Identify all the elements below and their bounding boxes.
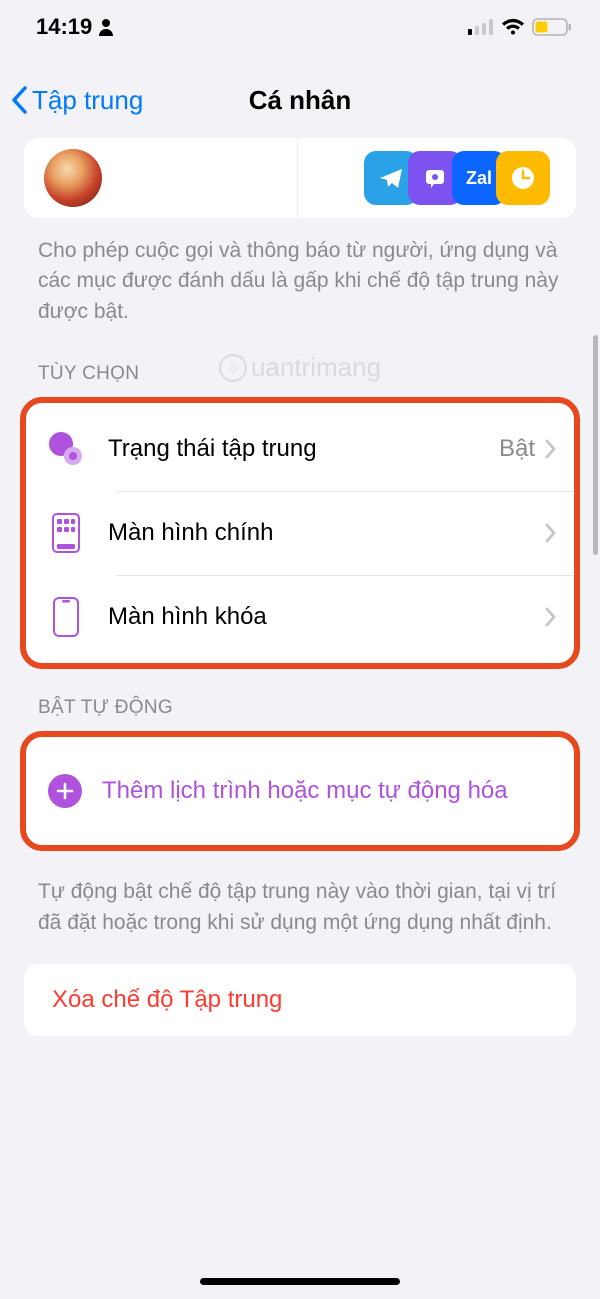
status-bar: 14:19 [0,0,600,50]
scroll-indicator[interactable] [593,335,598,555]
focus-status-label: Trạng thái tập trung [108,435,499,463]
auto-description: Tự động bật chế độ tập trung này vào thờ… [0,851,600,946]
home-screen-row[interactable]: Màn hình chính [26,491,574,575]
person-icon [98,18,114,36]
allowed-people[interactable] [24,138,298,218]
delete-focus-label: Xóa chế độ Tập trung [52,986,548,1014]
home-screen-label: Màn hình chính [108,519,545,547]
focus-status-icon [44,427,88,471]
allowed-description: Cho phép cuộc gọi và thông báo từ người,… [0,224,600,335]
section-header-options: TÙY CHỌN [0,335,600,397]
back-button[interactable]: Tập trung [10,85,143,116]
back-label: Tập trung [32,85,143,116]
allowed-notifications-card: Zal [24,138,576,218]
status-icons [468,18,572,36]
lock-screen-icon [44,595,88,639]
wifi-icon [501,18,525,36]
section-header-auto: BẬT TỰ ĐỘNG [0,669,600,731]
cellular-icon [468,19,494,35]
options-group-highlight: Trạng thái tập trung Bật Màn hình chính … [20,397,580,669]
auto-group-highlight: Thêm lịch trình hoặc mục tự động hóa [20,731,580,851]
nav-bar: Tập trung Cá nhân [0,70,600,130]
chevron-right-icon [545,523,556,543]
chevron-right-icon [545,439,556,459]
chevron-right-icon [545,607,556,627]
status-time: 14:19 [36,14,114,40]
allowed-apps[interactable]: Zal [298,138,577,218]
focus-status-row[interactable]: Trạng thái tập trung Bật [26,407,574,491]
home-indicator[interactable] [200,1278,400,1285]
add-schedule-row[interactable]: Thêm lịch trình hoặc mục tự động hóa [26,741,574,841]
plus-icon [48,774,82,808]
add-schedule-label: Thêm lịch trình hoặc mục tự động hóa [102,775,518,807]
page-title: Cá nhân [249,85,352,116]
delete-focus-button[interactable]: Xóa chế độ Tập trung [24,964,576,1036]
lock-screen-row[interactable]: Màn hình khóa [26,575,574,659]
home-screen-icon [44,511,88,555]
chevron-left-icon [10,86,28,114]
battery-icon [532,18,572,36]
clock-icon [496,151,550,205]
avatar [44,149,102,207]
lock-screen-label: Màn hình khóa [108,603,545,631]
focus-status-value: Bật [499,435,535,463]
